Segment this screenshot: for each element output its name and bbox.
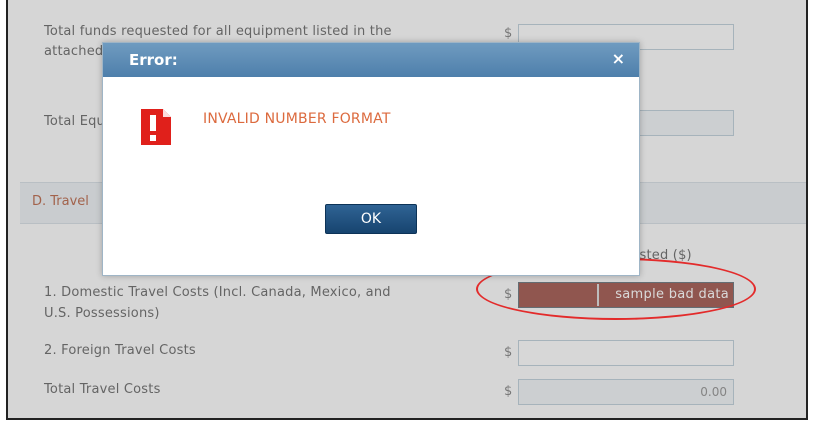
close-icon[interactable]: ×: [612, 49, 625, 68]
error-dialog: Error: × INVALID NUMBER FORMAT OK: [102, 42, 640, 276]
error-message: INVALID NUMBER FORMAT: [203, 111, 391, 127]
dialog-title: Error:: [129, 51, 178, 69]
window-frame: Total funds requested for all equipment …: [6, 0, 808, 420]
error-document-icon: [141, 109, 171, 145]
dialog-titlebar[interactable]: Error: ×: [103, 43, 639, 77]
ok-button[interactable]: OK: [325, 204, 417, 234]
